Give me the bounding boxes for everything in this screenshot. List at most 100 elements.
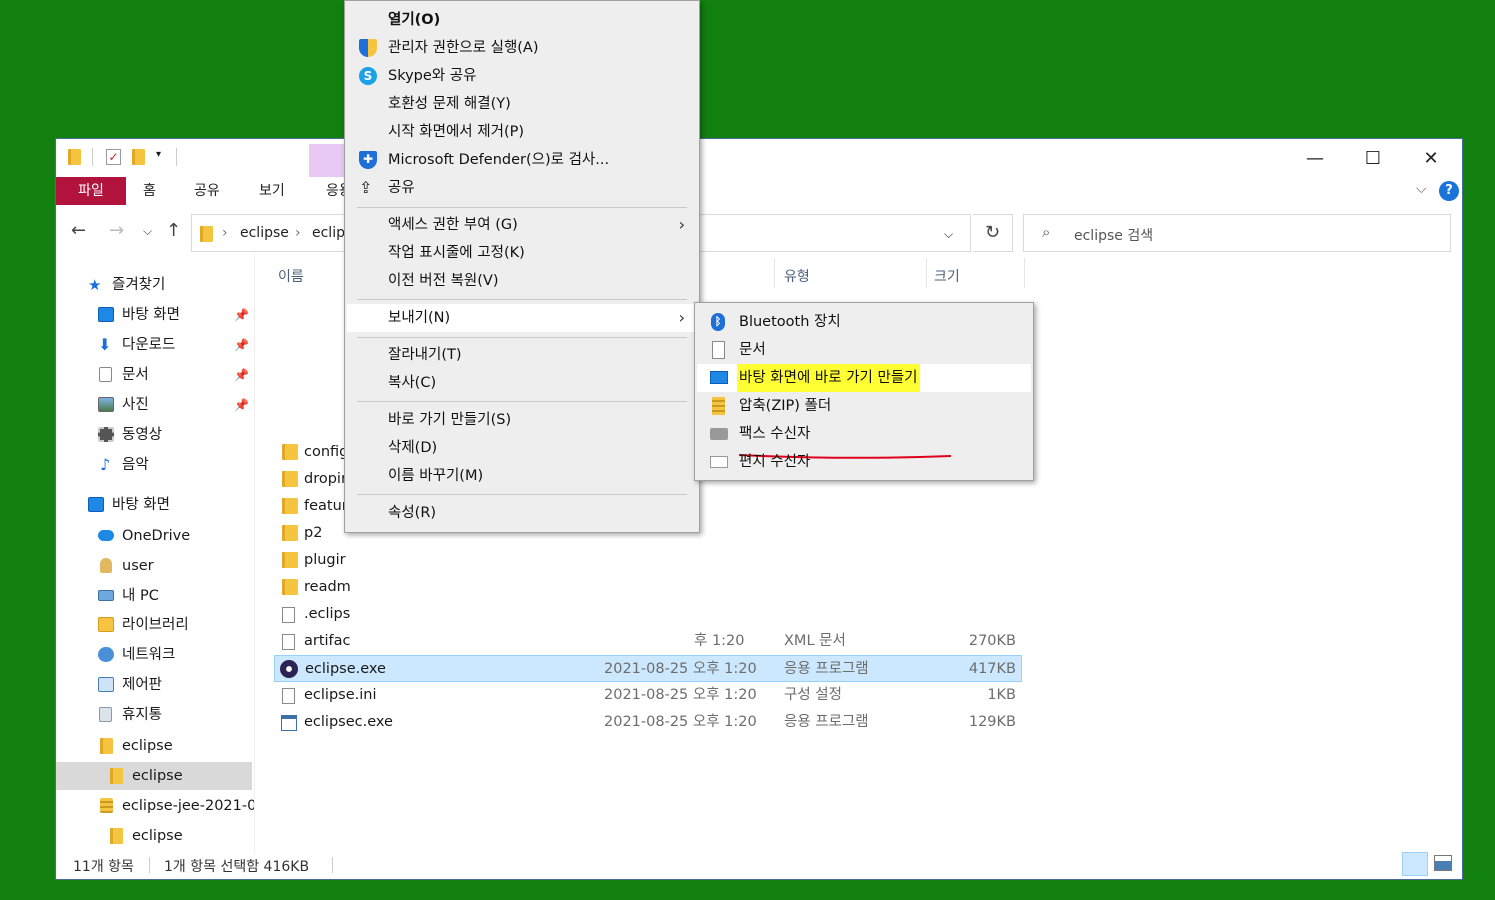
nav-eclipse[interactable]: eclipse (56, 732, 252, 760)
pin-icon[interactable]: 📌 (234, 361, 249, 389)
nav-network[interactable]: 네트워크 (56, 641, 252, 669)
large-icons-view-icon[interactable] (1434, 855, 1452, 871)
send-to-mail[interactable]: 편지 수신자 (697, 448, 1031, 476)
menu-label: 공유 (388, 180, 415, 196)
library-icon (98, 617, 114, 632)
file-type: 구성 설정 (784, 687, 842, 703)
send-to-desktop-shortcut[interactable]: 바탕 화면에 바로 가기 만들기 (697, 364, 1031, 459)
nav-eclipse-jee[interactable]: eclipse-jee-2021-06 (56, 792, 254, 820)
menu-pin-taskbar[interactable]: 작업 표시줄에 고정(K) (347, 239, 697, 267)
menu-share-skype[interactable]: S Skype와 공유 (347, 62, 697, 90)
column-separator[interactable] (1024, 258, 1025, 288)
nav-desktop-pinned[interactable]: 바탕 화면 📌 (56, 301, 252, 329)
tab-file[interactable]: 파일 (56, 177, 126, 205)
send-to-bluetooth[interactable]: ᛒ Bluetooth 장치 (697, 308, 1031, 336)
file-row[interactable]: .eclips (274, 601, 1022, 628)
nav-desktop[interactable]: 바탕 화면 (56, 491, 252, 519)
selection-info: 1개 항목 선택함 416KB (164, 859, 310, 875)
menu-label: 바로 가기 만들기(S) (388, 412, 512, 428)
details-view-icon[interactable] (1402, 852, 1428, 876)
menu-properties[interactable]: 속성(R) (347, 499, 697, 527)
nav-onedrive[interactable]: OneDrive (56, 522, 252, 550)
menu-separator (357, 207, 687, 208)
nav-eclipse-sub[interactable]: eclipse (56, 822, 252, 850)
menu-unpin-start[interactable]: 시작 화면에서 제거(P) (347, 118, 697, 146)
nav-downloads[interactable]: ⬇ 다운로드 📌 (56, 331, 252, 359)
back-icon[interactable]: ← (71, 220, 86, 241)
maximize-button[interactable]: ☐ (1344, 139, 1402, 177)
recent-locations-icon[interactable]: ⌵ (143, 224, 152, 239)
menu-run-as-admin[interactable]: 관리자 권한으로 실행(A) (347, 34, 697, 62)
folder-icon (282, 444, 298, 460)
qat-dropdown-icon[interactable]: ▾ (156, 149, 161, 167)
menu-share[interactable]: ⇪ 공유 (347, 174, 697, 202)
menu-copy[interactable]: 복사(C) (347, 369, 697, 397)
menu-send-to[interactable]: 보내기(N) › (347, 304, 697, 332)
fax-icon (710, 428, 728, 440)
search-box[interactable]: ⌕ eclipse 검색 (1023, 214, 1451, 252)
file-row[interactable]: eclipsec.exe 2021-08-25 오후 1:20 응용 프로그램 … (274, 709, 1022, 736)
pin-icon[interactable]: 📌 (234, 331, 249, 359)
menu-label: 바탕 화면에 바로 가기 만들기 (737, 364, 920, 392)
nav-music[interactable]: ♪ 음악 (56, 451, 252, 479)
menu-restore-versions[interactable]: 이전 버전 복원(V) (347, 267, 697, 295)
pane-divider[interactable] (254, 254, 255, 854)
refresh-button[interactable]: ↻ (973, 214, 1013, 252)
nav-user[interactable]: user (56, 552, 252, 580)
column-separator[interactable] (774, 258, 775, 288)
pin-icon[interactable]: 📌 (234, 391, 249, 419)
nav-videos[interactable]: 동영상 (56, 421, 252, 449)
column-header-name[interactable]: 이름 (278, 266, 304, 286)
nav-libraries[interactable]: 라이브러리 (56, 611, 252, 639)
breadcrumb-eclipse[interactable]: eclipse (240, 225, 289, 241)
menu-troubleshoot[interactable]: 호환성 문제 해결(Y) (347, 90, 697, 118)
tab-view[interactable]: 보기 (259, 177, 285, 205)
file-row-selected[interactable]: eclipse.exe 2021-08-25 오후 1:20 응용 프로그램 4… (274, 655, 1022, 682)
nav-eclipse-current[interactable]: eclipse (56, 762, 252, 790)
menu-create-shortcut[interactable]: 바로 가기 만들기(S) (347, 406, 697, 434)
column-header-type[interactable]: 유형 (784, 266, 810, 286)
menu-open[interactable]: 열기(O) (347, 6, 697, 34)
file-row[interactable]: readm (274, 574, 1022, 601)
column-header-size[interactable]: 크기 (934, 266, 960, 286)
address-dropdown-icon[interactable]: ⌵ (944, 227, 953, 242)
menu-cut[interactable]: 잘라내기(T) (347, 341, 697, 369)
new-folder-icon[interactable] (132, 149, 145, 165)
tab-home[interactable]: 홈 (143, 177, 156, 205)
send-to-documents[interactable]: 문서 (697, 336, 1031, 364)
nav-control-panel[interactable]: 제어판 (56, 671, 252, 699)
file-name: config (304, 444, 349, 460)
help-icon[interactable]: ? (1439, 181, 1459, 201)
menu-rename[interactable]: 이름 바꾸기(M) (347, 462, 697, 490)
menu-give-access[interactable]: 액세스 권한 부여 (G) › (347, 211, 697, 239)
onedrive-icon (98, 530, 114, 541)
menu-defender-scan[interactable]: ✚ Microsoft Defender(으)로 검사... (347, 146, 697, 174)
properties-icon[interactable]: ✓ (106, 149, 121, 165)
up-icon[interactable]: ↑ (166, 220, 181, 241)
send-to-fax[interactable]: 팩스 수신자 (697, 420, 1031, 448)
menu-label: Bluetooth 장치 (739, 314, 841, 330)
folder-icon (282, 471, 298, 487)
minimize-button[interactable]: — (1286, 139, 1344, 177)
close-button[interactable]: ✕ (1402, 139, 1460, 177)
breadcrumb-separator[interactable]: › (222, 225, 228, 241)
send-to-zip[interactable]: 압축(ZIP) 폴더 (697, 392, 1031, 420)
file-size: 1KB (987, 687, 1016, 703)
file-date: 2021-08-25 오후 1:20 (604, 714, 757, 730)
nav-recycle-bin[interactable]: 휴지통 (56, 701, 252, 729)
nav-this-pc[interactable]: 내 PC (56, 582, 252, 610)
nav-pictures[interactable]: 사진 📌 (56, 391, 252, 419)
file-row[interactable]: plugir (274, 547, 1022, 574)
column-separator[interactable] (926, 258, 927, 288)
nav-quick-access[interactable]: ★ 즐겨찾기 (56, 271, 252, 299)
pin-icon[interactable]: 📌 (234, 301, 249, 329)
tab-share[interactable]: 공유 (194, 177, 220, 205)
breadcrumb-separator[interactable]: › (295, 225, 301, 241)
breadcrumb-eclipse-sub[interactable]: eclip (312, 225, 345, 241)
ribbon-expand-icon[interactable]: ⌵ (1416, 181, 1427, 197)
forward-icon[interactable]: → (109, 220, 124, 241)
nav-documents[interactable]: 문서 📌 (56, 361, 252, 389)
menu-delete[interactable]: 삭제(D) (347, 434, 697, 462)
file-row[interactable]: artifac 후 1:20 XML 문서 270KB (274, 628, 1022, 655)
file-row[interactable]: eclipse.ini 2021-08-25 오후 1:20 구성 설정 1KB (274, 682, 1022, 709)
